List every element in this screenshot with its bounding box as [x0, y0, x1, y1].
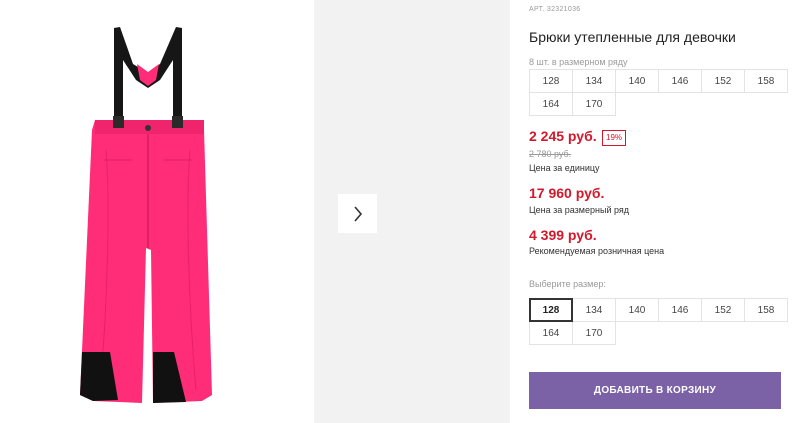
- pack-size-cell: 152: [701, 69, 745, 93]
- retail-price: 4 399 руб.: [529, 227, 597, 243]
- retail-price-label: Рекомендуемая розничная цена: [529, 246, 665, 256]
- pack-size-cell: 146: [658, 69, 702, 93]
- discount-badge: 19%: [602, 130, 627, 146]
- size-option[interactable]: 170: [572, 321, 616, 345]
- size-selector: 128 134 140 146 152 158 164 170: [529, 298, 788, 345]
- pack-size-cell: 128: [529, 69, 573, 93]
- product-title: Брюки утепленные для девочки: [529, 29, 736, 45]
- product-info-panel: АРТ. 32321036 Брюки утепленные для девоч…: [529, 0, 788, 423]
- size-option[interactable]: 164: [529, 321, 573, 345]
- pack-size-cell: 158: [744, 69, 788, 93]
- old-price: 2 780 руб.: [529, 149, 572, 159]
- unit-price-label: Цена за единицу: [529, 163, 600, 173]
- size-option[interactable]: 158: [744, 298, 788, 322]
- pack-size-cell: 170: [572, 92, 616, 116]
- pack-sizes-grid: 128 134 140 146 152 158 164 170: [529, 69, 788, 116]
- pack-size-cell: 164: [529, 92, 573, 116]
- size-option[interactable]: 134: [572, 298, 616, 322]
- add-to-cart-button[interactable]: ДОБАВИТЬ В КОРЗИНУ: [529, 372, 781, 409]
- unit-price: 2 245 руб.: [529, 128, 597, 144]
- size-option-selected[interactable]: 128: [529, 298, 573, 322]
- pack-size-cell: 140: [615, 69, 659, 93]
- product-sku: АРТ. 32321036: [529, 6, 581, 13]
- size-option[interactable]: 140: [615, 298, 659, 322]
- pack-size-cell: 134: [572, 69, 616, 93]
- size-option[interactable]: 146: [658, 298, 702, 322]
- pack-price: 17 960 руб.: [529, 185, 605, 201]
- pack-size-note: 8 шт. в размерном ряду: [529, 57, 628, 67]
- choose-size-label: Выберите размер:: [529, 279, 606, 289]
- product-gallery: [0, 0, 510, 423]
- gallery-next-button[interactable]: [338, 194, 377, 233]
- chevron-right-icon: [353, 205, 362, 222]
- size-option[interactable]: 152: [701, 298, 745, 322]
- pack-price-label: Цена за размерный ряд: [529, 205, 630, 215]
- product-main-image[interactable]: [0, 0, 314, 423]
- pink-snow-pants-image: [80, 27, 212, 403]
